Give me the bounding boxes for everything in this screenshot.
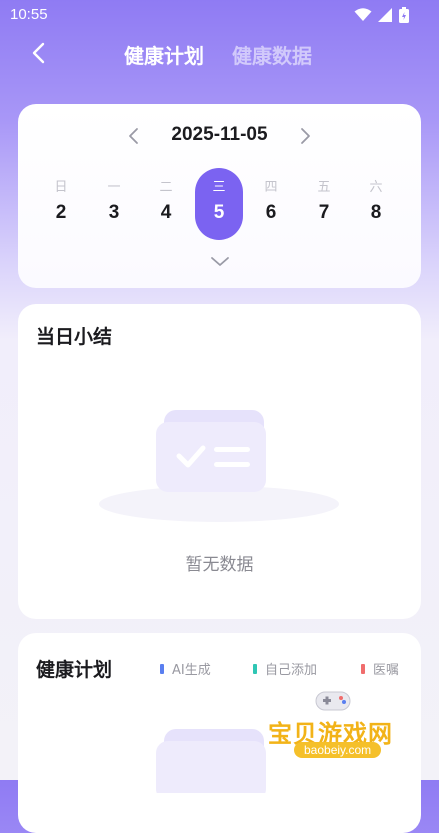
day-weekday: 三 <box>212 180 226 195</box>
gamepad-icon <box>315 691 351 711</box>
day-weekday: 四 <box>264 180 278 195</box>
day-item[interactable]: 五 7 <box>300 168 348 240</box>
legend-doctor-advice: 医嘱 <box>361 659 399 678</box>
day-number: 4 <box>160 202 172 223</box>
day-item[interactable]: 六 8 <box>352 168 400 240</box>
legend-ai-generated: AI生成 <box>160 659 211 678</box>
watermark-url: baobeiy.com <box>294 742 382 758</box>
day-weekday: 日 <box>54 180 68 195</box>
day-item-selected[interactable]: 三 5 <box>195 168 243 240</box>
back-arrow-icon[interactable] <box>26 40 52 66</box>
legend-label: 自己添加 <box>265 663 318 678</box>
empty-state-text: 暂无数据 <box>185 555 254 575</box>
day-weekday: 一 <box>107 180 121 195</box>
day-weekday: 二 <box>159 180 173 195</box>
day-number: 5 <box>213 202 225 223</box>
day-weekday: 六 <box>369 180 383 195</box>
calendar-card: 2025-11-05 日 2 一 3 二 4 三 5 四 6 五 7 六 8 <box>18 104 421 288</box>
day-item[interactable]: 一 3 <box>90 168 138 240</box>
day-number: 7 <box>318 202 330 223</box>
legend-self-added: 自己添加 <box>253 659 317 678</box>
watermark-logo: 宝贝游戏网 baobeiy.com <box>262 686 412 770</box>
legend-label: 医嘱 <box>373 663 400 678</box>
status-bar: 10:55 <box>0 0 439 30</box>
day-item[interactable]: 二 4 <box>142 168 190 240</box>
daily-summary-card: 当日小结 暂无数据 <box>18 304 421 619</box>
daily-summary-title: 当日小结 <box>36 326 113 348</box>
expand-calendar-chevron-down-icon[interactable] <box>208 250 232 274</box>
current-date: 2025-11-05 <box>171 124 268 145</box>
day-number: 3 <box>108 202 120 223</box>
legend-marker <box>361 663 365 674</box>
next-date-chevron-icon[interactable] <box>293 124 317 148</box>
top-bar: 健康计划 健康数据 <box>0 36 439 72</box>
empty-state-illustration-icon <box>99 410 339 522</box>
day-item[interactable]: 日 2 <box>37 168 85 240</box>
calendar-header: 2025-11-05 <box>18 122 421 150</box>
day-number: 6 <box>265 202 277 223</box>
legend-marker <box>160 663 164 674</box>
status-icons <box>354 7 409 23</box>
signal-icon <box>378 8 392 22</box>
health-plan-title: 健康计划 <box>36 659 113 681</box>
wifi-icon <box>354 8 372 21</box>
week-strip: 日 2 一 3 二 4 三 5 四 6 五 7 六 8 <box>35 168 403 242</box>
day-number: 8 <box>370 202 382 223</box>
tab-health-data[interactable]: 健康数据 <box>232 40 312 69</box>
status-time: 10:55 <box>10 6 48 23</box>
legend-label: AI生成 <box>172 663 211 678</box>
legend-marker <box>253 663 257 674</box>
day-number: 2 <box>55 202 67 223</box>
day-weekday: 五 <box>317 180 331 195</box>
day-item[interactable]: 四 6 <box>247 168 295 240</box>
tab-health-plan[interactable]: 健康计划 <box>124 40 204 69</box>
battery-icon <box>399 7 409 23</box>
